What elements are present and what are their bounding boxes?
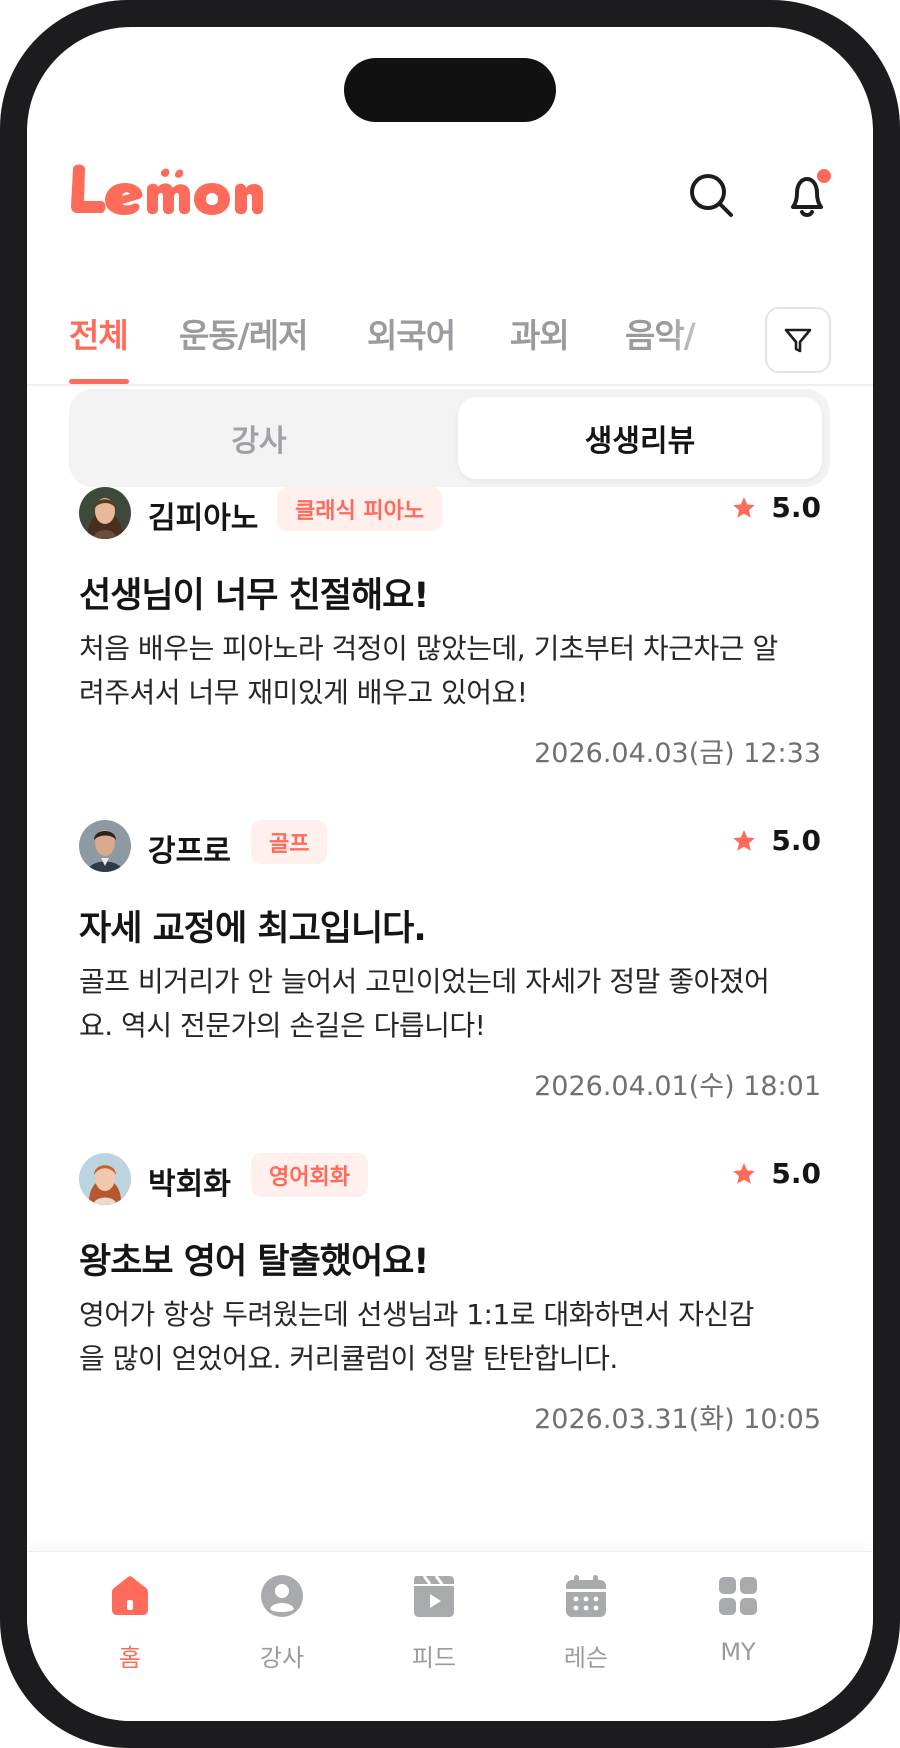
dynamic-island	[344, 58, 556, 122]
filter-icon	[784, 328, 812, 353]
segment-live-reviews[interactable]: 생생리뷰	[458, 397, 822, 479]
nav-label: 레슨	[563, 1644, 609, 1672]
notification-dot	[817, 169, 831, 183]
tab-tutoring[interactable]: 과외	[510, 309, 570, 369]
app-screen: 전체 운동/레저 외국어 과외 음악/ 강사 생생리뷰 김피아노 클래식 피아노…	[27, 27, 873, 1721]
avatar	[79, 487, 131, 539]
active-tab-indicator	[69, 379, 129, 384]
tab-foreign-language[interactable]: 외국어	[367, 309, 456, 369]
nav-label: 홈	[118, 1644, 142, 1672]
reviewer-name: 강프로	[148, 834, 231, 869]
segmented-control: 강사 생생리뷰	[69, 389, 830, 487]
tab-sports-leisure[interactable]: 운동/레저	[179, 309, 308, 369]
review-body: 골프 비거리가 안 늘어서 고민이었는데 자세가 정말 좋아졌어요. 역시 전문…	[79, 965, 770, 1042]
star-icon	[733, 829, 756, 851]
category-badge: 클래식 피아노	[277, 487, 443, 531]
review-card[interactable]: 박회화 영어회화 5.0 왕초보 영어 탈출했어요! 영어가 항상 두려웠는데 …	[27, 1153, 873, 1483]
rating-score: 5.0	[771, 1157, 821, 1190]
calendar-icon	[566, 1575, 606, 1617]
rating-score: 5.0	[771, 824, 821, 857]
nav-lessons[interactable]: 레슨	[526, 1572, 646, 1682]
star-icon	[733, 1162, 756, 1184]
lemon-logo	[71, 164, 263, 215]
reviewer-name: 김피아노	[148, 501, 259, 536]
rating-score: 5.0	[771, 491, 821, 524]
search-icon	[690, 174, 733, 217]
nav-home[interactable]: 홈	[70, 1572, 190, 1682]
nav-label: 강사	[259, 1644, 305, 1672]
rating: 5.0	[731, 491, 821, 524]
avatar	[79, 820, 131, 872]
bottom-navigation: 홈 강사 피드 레슨 MY	[27, 1551, 873, 1721]
nav-label: MY	[720, 1638, 756, 1666]
segment-instructors[interactable]: 강사	[77, 397, 441, 479]
nav-label: 피드	[411, 1644, 457, 1672]
review-body: 처음 배우는 피아노라 걱정이 많았는데, 기초부터 차근차근 알려주셔서 너무…	[79, 632, 778, 709]
review-title: 선생님이 너무 친절해요!	[79, 576, 429, 616]
review-date: 2026.04.01(수) 18:01	[534, 1071, 821, 1102]
grid-icon	[719, 1577, 757, 1615]
nav-my[interactable]: MY	[678, 1572, 798, 1682]
rating: 5.0	[731, 824, 821, 857]
nav-instructors[interactable]: 강사	[222, 1572, 342, 1682]
tabs-fade	[667, 289, 757, 384]
phone-frame: 전체 운동/레저 외국어 과외 음악/ 강사 생생리뷰 김피아노 클래식 피아노…	[0, 0, 900, 1748]
instructor-icon	[261, 1575, 303, 1617]
home-icon	[112, 1576, 148, 1615]
tab-all[interactable]: 전체	[69, 309, 129, 369]
category-badge: 골프	[251, 820, 328, 864]
review-card[interactable]: 강프로 골프 5.0 자세 교정에 최고입니다. 골프 비거리가 안 늘어서 고…	[27, 820, 873, 1150]
search-button[interactable]	[683, 167, 739, 223]
star-icon	[733, 496, 756, 518]
review-date: 2026.03.31(화) 10:05	[534, 1404, 821, 1435]
review-date: 2026.04.03(금) 12:33	[534, 738, 821, 769]
avatar	[79, 1153, 131, 1205]
filter-button[interactable]	[765, 307, 831, 373]
nav-feed[interactable]: 피드	[374, 1572, 494, 1682]
category-tabs: 전체 운동/레저 외국어 과외 음악/	[27, 289, 873, 386]
reviewer-name: 박회화	[148, 1167, 231, 1202]
rating: 5.0	[731, 1157, 821, 1190]
review-title: 자세 교정에 최고입니다.	[79, 909, 427, 949]
review-card[interactable]: 김피아노 클래식 피아노 5.0 선생님이 너무 친절해요! 처음 배우는 피아…	[27, 487, 873, 817]
category-badge: 영어회화	[251, 1153, 368, 1197]
review-body: 영어가 항상 두려웠는데 선생님과 1:1로 대화하면서 자신감을 많이 얻었어…	[79, 1298, 754, 1375]
feed-icon	[414, 1575, 454, 1617]
notifications-button[interactable]	[779, 167, 835, 223]
review-title: 왕초보 영어 탈출했어요!	[79, 1242, 429, 1282]
